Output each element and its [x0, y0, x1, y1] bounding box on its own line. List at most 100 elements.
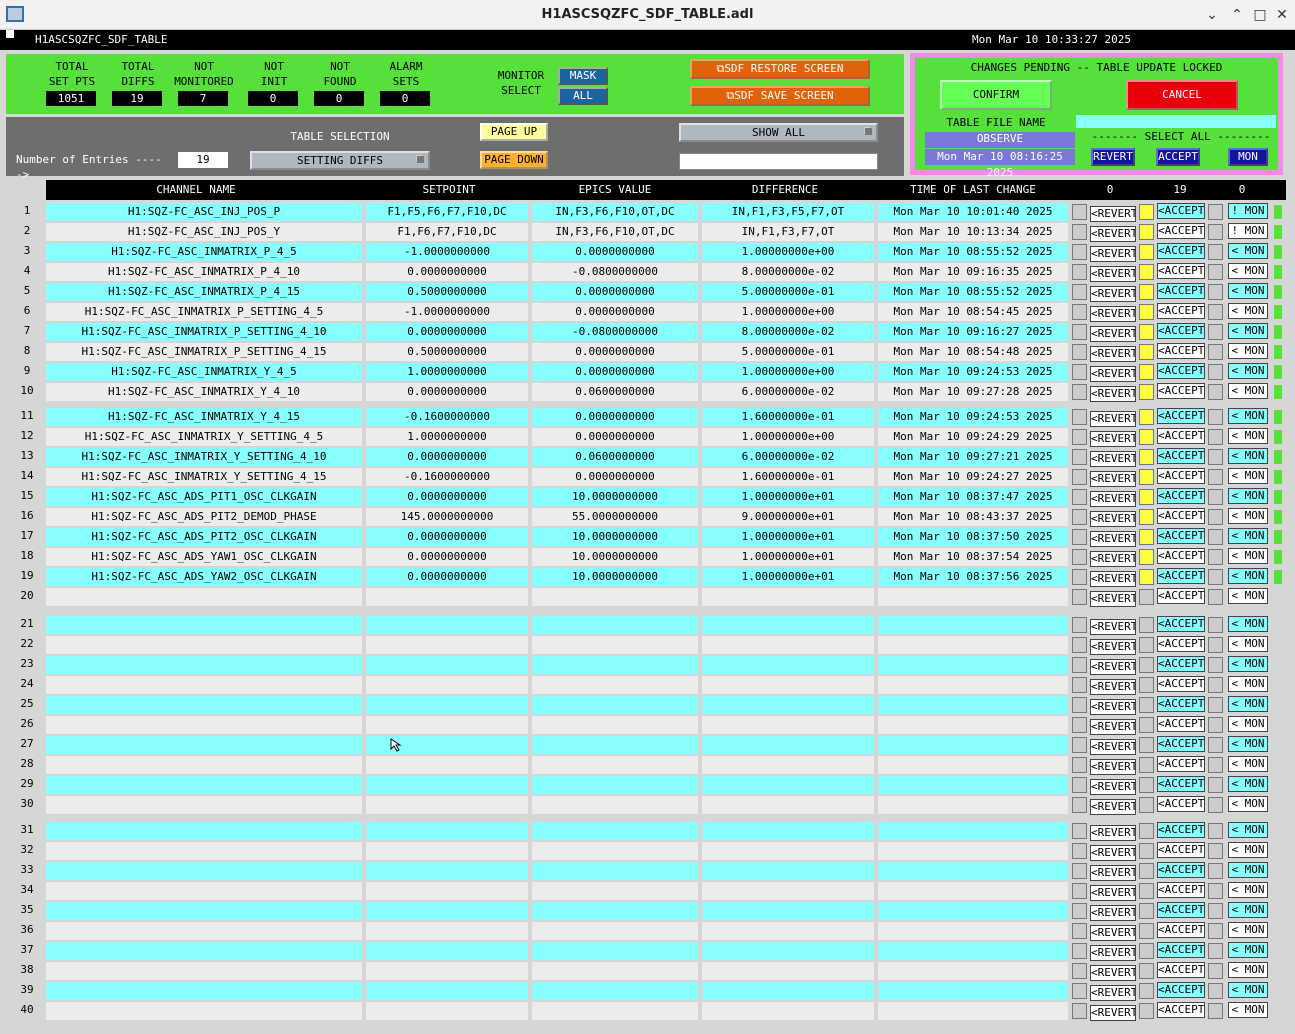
revert-checkbox[interactable]: [1072, 617, 1087, 633]
mon-button[interactable]: < MON: [1228, 488, 1268, 504]
mon-checkbox[interactable]: [1208, 409, 1223, 425]
revert-button[interactable]: <REVERT: [1090, 386, 1136, 402]
mon-checkbox[interactable]: [1208, 777, 1223, 793]
mon-button[interactable]: < MON: [1228, 363, 1268, 379]
accept-button[interactable]: <ACCEPT: [1157, 776, 1205, 792]
mon-checkbox[interactable]: [1208, 677, 1223, 693]
mon-button[interactable]: < MON: [1228, 942, 1268, 958]
accept-checkbox[interactable]: [1139, 757, 1154, 773]
revert-button[interactable]: <REVERT: [1090, 779, 1136, 795]
accept-button[interactable]: <ACCEPT: [1157, 468, 1205, 484]
revert-button[interactable]: <REVERT: [1090, 206, 1136, 222]
revert-checkbox[interactable]: [1072, 469, 1087, 485]
revert-checkbox[interactable]: [1072, 797, 1087, 813]
mon-checkbox[interactable]: [1208, 344, 1223, 360]
page-down-button[interactable]: PAGE DOWN: [480, 151, 548, 169]
mon-checkbox[interactable]: [1208, 637, 1223, 653]
mon-checkbox[interactable]: [1208, 509, 1223, 525]
accept-button[interactable]: <ACCEPT: [1157, 982, 1205, 998]
revert-checkbox[interactable]: [1072, 903, 1087, 919]
revert-button[interactable]: <REVERT: [1090, 719, 1136, 735]
mon-checkbox[interactable]: [1208, 384, 1223, 400]
revert-button[interactable]: <REVERT: [1090, 865, 1136, 881]
table-selection-dropdown[interactable]: SETTING DIFFS: [250, 151, 430, 170]
mon-button[interactable]: < MON: [1228, 676, 1268, 692]
accept-button[interactable]: <ACCEPT: [1157, 283, 1205, 299]
revert-checkbox[interactable]: [1072, 264, 1087, 280]
mon-checkbox[interactable]: [1208, 923, 1223, 939]
mon-checkbox[interactable]: [1208, 757, 1223, 773]
accept-button[interactable]: <ACCEPT: [1157, 323, 1205, 339]
mon-button[interactable]: < MON: [1228, 756, 1268, 772]
accept-button[interactable]: <ACCEPT: [1157, 1002, 1205, 1018]
revert-checkbox[interactable]: [1072, 384, 1087, 400]
revert-checkbox[interactable]: [1072, 409, 1087, 425]
revert-button[interactable]: <REVERT: [1090, 825, 1136, 841]
mon-button[interactable]: < MON: [1228, 656, 1268, 672]
revert-button[interactable]: <REVERT: [1090, 491, 1136, 507]
mon-button[interactable]: < MON: [1228, 263, 1268, 279]
revert-checkbox[interactable]: [1072, 449, 1087, 465]
mon-checkbox[interactable]: [1208, 843, 1223, 859]
revert-checkbox[interactable]: [1072, 823, 1087, 839]
accept-checkbox[interactable]: [1139, 797, 1154, 813]
mon-button[interactable]: < MON: [1228, 343, 1268, 359]
accept-checkbox[interactable]: [1139, 384, 1154, 400]
mon-checkbox[interactable]: [1208, 797, 1223, 813]
revert-button[interactable]: <REVERT: [1090, 326, 1136, 342]
revert-button[interactable]: <REVERT: [1090, 451, 1136, 467]
mon-checkbox[interactable]: [1208, 204, 1223, 220]
accept-checkbox[interactable]: [1139, 324, 1154, 340]
mon-checkbox[interactable]: [1208, 469, 1223, 485]
revert-checkbox[interactable]: [1072, 863, 1087, 879]
revert-checkbox[interactable]: [1072, 757, 1087, 773]
accept-checkbox[interactable]: [1139, 569, 1154, 585]
mon-button[interactable]: < MON: [1228, 902, 1268, 918]
mon-all-button[interactable]: MON: [1228, 148, 1268, 166]
accept-button[interactable]: <ACCEPT: [1157, 756, 1205, 772]
accept-button[interactable]: <ACCEPT: [1157, 343, 1205, 359]
accept-checkbox[interactable]: [1139, 244, 1154, 260]
revert-button[interactable]: <REVERT: [1090, 511, 1136, 527]
accept-checkbox[interactable]: [1139, 677, 1154, 693]
mon-checkbox[interactable]: [1208, 529, 1223, 545]
accept-checkbox[interactable]: [1139, 224, 1154, 240]
revert-button[interactable]: <REVERT: [1090, 985, 1136, 1001]
show-all-dropdown[interactable]: SHOW ALL: [679, 123, 878, 142]
mon-checkbox[interactable]: [1208, 1003, 1223, 1019]
accept-button[interactable]: <ACCEPT: [1157, 796, 1205, 812]
accept-checkbox[interactable]: [1139, 589, 1154, 605]
mon-button[interactable]: < MON: [1228, 428, 1268, 444]
accept-button[interactable]: <ACCEPT: [1157, 942, 1205, 958]
mon-checkbox[interactable]: [1208, 244, 1223, 260]
accept-checkbox[interactable]: [1139, 429, 1154, 445]
accept-button[interactable]: <ACCEPT: [1157, 428, 1205, 444]
mon-checkbox[interactable]: [1208, 264, 1223, 280]
mon-checkbox[interactable]: [1208, 983, 1223, 999]
accept-checkbox[interactable]: [1139, 717, 1154, 733]
revert-checkbox[interactable]: [1072, 324, 1087, 340]
accept-checkbox[interactable]: [1139, 264, 1154, 280]
accept-button[interactable]: <ACCEPT: [1157, 508, 1205, 524]
accept-checkbox[interactable]: [1139, 943, 1154, 959]
mon-checkbox[interactable]: [1208, 943, 1223, 959]
revert-checkbox[interactable]: [1072, 657, 1087, 673]
revert-button[interactable]: <REVERT: [1090, 366, 1136, 382]
mon-checkbox[interactable]: [1208, 429, 1223, 445]
mon-button[interactable]: < MON: [1228, 696, 1268, 712]
revert-button[interactable]: <REVERT: [1090, 905, 1136, 921]
accept-button[interactable]: <ACCEPT: [1157, 243, 1205, 259]
mon-checkbox[interactable]: [1208, 617, 1223, 633]
accept-button[interactable]: <ACCEPT: [1157, 736, 1205, 752]
mon-button[interactable]: < MON: [1228, 862, 1268, 878]
accept-button[interactable]: <ACCEPT: [1157, 716, 1205, 732]
sdf-save-button[interactable]: ⧉SDF SAVE SCREEN: [690, 86, 870, 106]
mon-button[interactable]: < MON: [1228, 842, 1268, 858]
mon-checkbox[interactable]: [1208, 903, 1223, 919]
accept-button[interactable]: <ACCEPT: [1157, 568, 1205, 584]
revert-checkbox[interactable]: [1072, 677, 1087, 693]
accept-checkbox[interactable]: [1139, 549, 1154, 565]
revert-checkbox[interactable]: [1072, 737, 1087, 753]
mon-checkbox[interactable]: [1208, 304, 1223, 320]
mon-button[interactable]: ! MON: [1228, 223, 1268, 239]
